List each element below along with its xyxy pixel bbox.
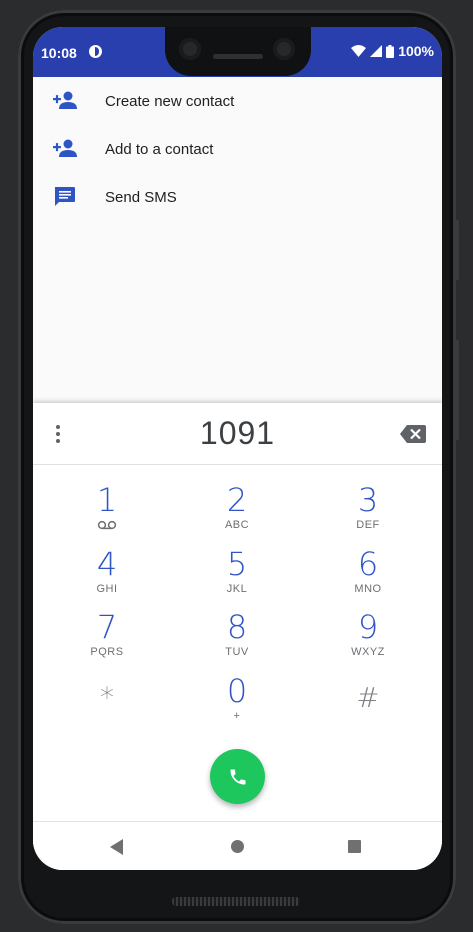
key-digit: 5: [226, 545, 248, 583]
signal-icon: [370, 45, 383, 57]
wifi-icon: [351, 45, 367, 57]
key-letters: GHI: [96, 583, 118, 595]
menu-item-label: Add to a contact: [105, 140, 214, 158]
key-0[interactable]: 0 +: [189, 674, 285, 736]
battery-percent: 100%: [398, 43, 434, 59]
key-2[interactable]: 2 ABC: [189, 483, 285, 545]
key-digit: 1: [96, 481, 118, 519]
back-icon[interactable]: [110, 839, 123, 855]
key-letters: TUV: [225, 646, 249, 658]
key-digit: #: [356, 681, 380, 714]
add-to-contact-item[interactable]: Add to a contact: [33, 125, 442, 173]
front-camera-2: [273, 38, 295, 60]
key-digit: 0: [226, 672, 248, 710]
key-letters: ABC: [224, 519, 250, 531]
key-hash[interactable]: #: [320, 681, 416, 743]
voicemail-icon: [97, 520, 117, 530]
key-digit: 9: [357, 608, 379, 646]
volume-button: [455, 340, 459, 440]
data-saver-icon: [89, 45, 102, 58]
dialer-actions-list: Create new contact Add to a contact Send…: [33, 77, 442, 221]
key-7[interactable]: 7 PQRS: [59, 610, 155, 672]
navigation-bar: [33, 821, 442, 870]
message-icon: [55, 187, 75, 206]
key-8[interactable]: 8 TUV: [189, 610, 285, 672]
key-digit: 2: [226, 481, 248, 519]
menu-item-label: Send SMS: [105, 188, 177, 206]
backspace-icon[interactable]: [400, 425, 426, 443]
camera-notch: [165, 27, 311, 76]
key-digit: 4: [96, 545, 118, 583]
menu-item-label: Create new contact: [105, 92, 235, 110]
earpiece: [213, 54, 263, 59]
phone-icon: [230, 769, 245, 784]
key-digit: *: [100, 681, 114, 714]
screen: 10:08 100% Create new contact Add to a c…: [33, 27, 442, 870]
key-star[interactable]: *: [59, 681, 155, 743]
key-letters: PQRS: [90, 646, 124, 658]
key-9[interactable]: 9 WXYZ: [320, 610, 416, 672]
status-time: 10:08: [41, 45, 77, 61]
key-5[interactable]: 5 JKL: [189, 547, 285, 609]
digits-row: 1091: [33, 403, 442, 465]
key-digit: 3: [357, 481, 379, 519]
key-letters: WXYZ: [351, 646, 385, 658]
key-4[interactable]: 4 GHI: [59, 547, 155, 609]
bottom-speaker: [172, 897, 300, 906]
key-1[interactable]: 1: [59, 483, 155, 545]
key-letters: DEF: [356, 519, 380, 531]
key-digit: 7: [96, 608, 118, 646]
key-letters: JKL: [226, 583, 248, 595]
recents-icon[interactable]: [348, 840, 361, 853]
home-icon[interactable]: [231, 840, 244, 853]
key-6[interactable]: 6 MNO: [320, 547, 416, 609]
person-add-icon: [53, 91, 77, 109]
key-digit: 8: [226, 608, 248, 646]
person-add-icon: [53, 139, 77, 157]
key-letters: +: [233, 710, 241, 722]
power-button: [455, 220, 459, 280]
battery-icon: [386, 44, 395, 58]
create-new-contact-item[interactable]: Create new contact: [33, 77, 442, 125]
key-letters: MNO: [354, 583, 382, 595]
dialpad: 1091 1 2 ABC 3 DEF 4 GHI 5 JKL 6 MNO 7 P…: [33, 403, 442, 870]
send-sms-item[interactable]: Send SMS: [33, 173, 442, 221]
call-button[interactable]: [210, 749, 265, 804]
front-camera: [179, 38, 201, 60]
dialed-number[interactable]: 1091: [33, 415, 442, 452]
key-3[interactable]: 3 DEF: [320, 483, 416, 545]
status-icons: 100%: [351, 43, 434, 59]
status-bar: 10:08 100%: [33, 27, 442, 77]
key-digit: 6: [357, 545, 379, 583]
